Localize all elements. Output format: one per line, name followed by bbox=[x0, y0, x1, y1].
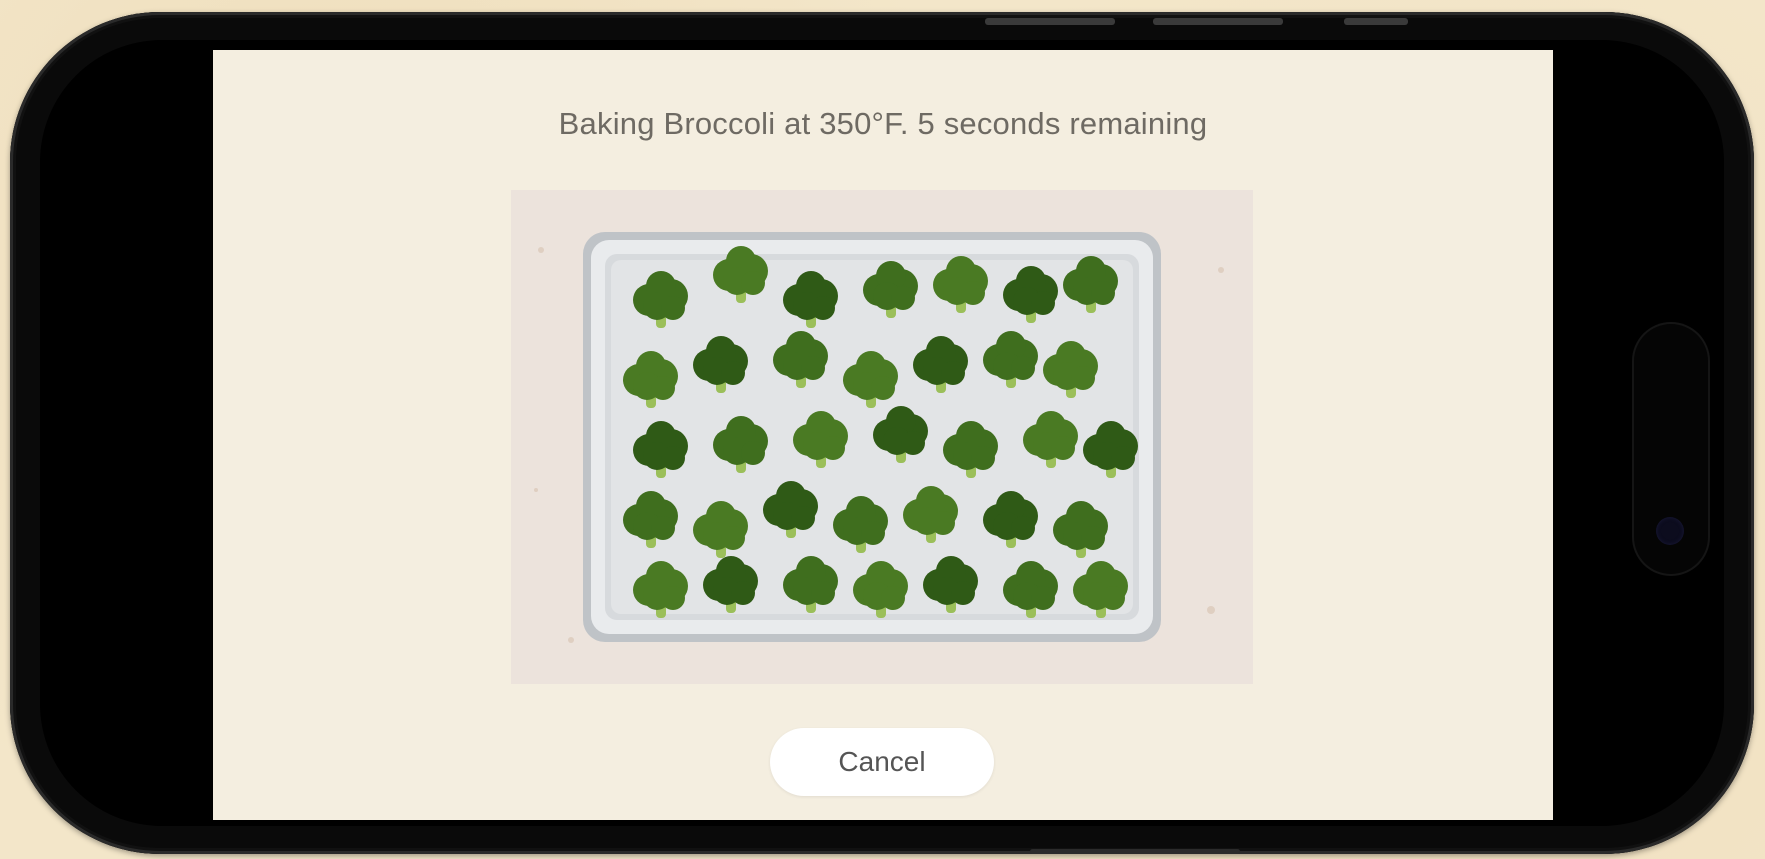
volume-up-button bbox=[985, 18, 1115, 25]
volume-down-button bbox=[1153, 18, 1283, 25]
broccoli-photo bbox=[511, 190, 1253, 684]
action-button bbox=[1344, 18, 1408, 25]
app-screen: Baking Broccoli at 350°F. 5 seconds rema… bbox=[213, 50, 1553, 820]
cancel-button[interactable]: Cancel bbox=[770, 728, 994, 796]
broccoli-photo-image bbox=[511, 190, 1253, 684]
front-camera-icon bbox=[1656, 517, 1684, 545]
side-button bbox=[1030, 849, 1240, 854]
baking-status-text: Baking Broccoli at 350°F. 5 seconds rema… bbox=[558, 106, 1208, 141]
